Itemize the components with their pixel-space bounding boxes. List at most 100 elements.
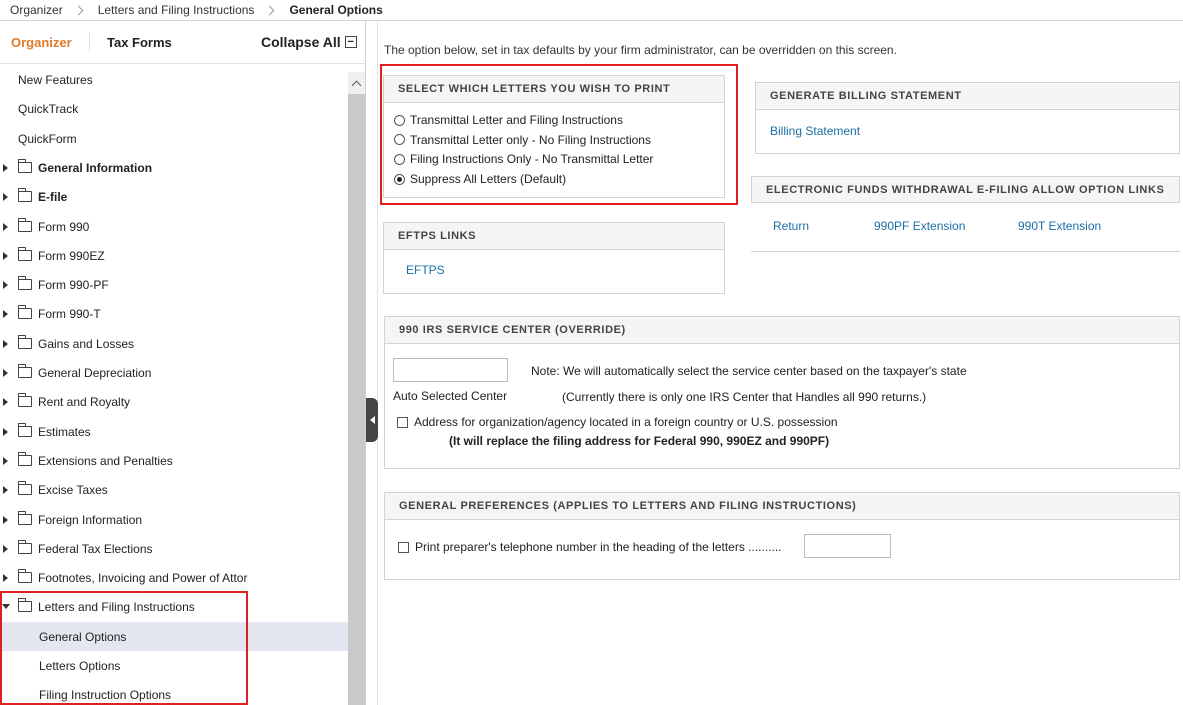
chevron-right-icon	[264, 5, 275, 15]
tab-tax-forms[interactable]: Tax Forms	[107, 35, 172, 50]
folder-icon	[18, 481, 32, 495]
caret-right-icon[interactable]	[3, 544, 8, 553]
folder-icon	[18, 335, 32, 349]
billing-panel: GENERATE BILLING STATEMENT Billing State…	[755, 82, 1180, 154]
foreign-address-row: Address for organization/agency located …	[397, 415, 838, 429]
sidebar-item-footnotes-invoicing-and-power-of-attor[interactable]: Footnotes, Invoicing and Power of Attor	[0, 563, 348, 592]
breadcrumb: Organizer Letters and Filing Instruction…	[0, 0, 1183, 21]
caret-right-icon[interactable]	[3, 309, 8, 318]
caret-right-icon[interactable]	[3, 280, 8, 289]
caret-right-icon[interactable]	[3, 339, 8, 348]
folder-icon	[18, 452, 32, 466]
collapse-sidebar-handle[interactable]	[366, 398, 378, 442]
sidebar-item-e-file[interactable]: E-file	[0, 182, 348, 211]
folder-icon	[18, 540, 32, 554]
sidebar-item-gains-and-losses[interactable]: Gains and Losses	[0, 329, 348, 358]
folder-icon	[18, 511, 32, 525]
tab-organizer[interactable]: Organizer	[11, 35, 72, 50]
sidebar-item-extensions-and-penalties[interactable]: Extensions and Penalties	[0, 446, 348, 475]
caret-right-icon[interactable]	[3, 222, 8, 231]
sidebar-item-estimates[interactable]: Estimates	[0, 417, 348, 446]
caret-right-icon[interactable]	[3, 515, 8, 524]
sidebar-item-new-features[interactable]: New Features	[0, 65, 348, 94]
folder-icon	[18, 305, 32, 319]
scrollbar[interactable]	[348, 72, 365, 705]
sidebar-item-excise-taxes[interactable]: Excise Taxes	[0, 475, 348, 504]
sidebar-header: Organizer Tax Forms Collapse All −	[0, 21, 365, 64]
caret-right-icon[interactable]	[3, 427, 8, 436]
folder-icon	[18, 423, 32, 437]
caret-right-icon[interactable]	[3, 456, 8, 465]
sidebar-item-quicktrack[interactable]: QuickTrack	[0, 94, 348, 123]
efw-panel: ELECTRONIC FUNDS WITHDRAWAL E-FILING ALL…	[751, 176, 1180, 252]
sidebar-item-form-990ez[interactable]: Form 990EZ	[0, 241, 348, 270]
prefs-panel-title: GENERAL PREFERENCES (APPLIES TO LETTERS …	[385, 493, 1179, 520]
sidebar-item-label: General Depreciation	[38, 365, 152, 380]
scroll-up-button[interactable]	[348, 72, 365, 94]
sidebar-item-label: Footnotes, Invoicing and Power of Attor	[38, 570, 248, 585]
service-center-note-2: (Currently there is only one IRS Center …	[562, 390, 927, 404]
folder-icon	[18, 218, 32, 232]
sidebar-item-label: Extensions and Penalties	[38, 453, 173, 468]
sidebar-item-label: Form 990-T	[38, 306, 101, 321]
caret-right-icon[interactable]	[3, 368, 8, 377]
efw-990t-extension-link[interactable]: 990T Extension	[1018, 219, 1101, 233]
tab-divider	[89, 33, 90, 51]
sidebar-item-label: Rent and Royalty	[38, 394, 131, 409]
eftps-panel-title: EFTPS LINKS	[384, 223, 724, 250]
caret-right-icon[interactable]	[3, 397, 8, 406]
service-center-note: Note: We will automatically select the s…	[531, 364, 967, 378]
breadcrumb-organizer[interactable]: Organizer	[0, 3, 69, 17]
sidebar-item-general-information[interactable]: General Information	[0, 153, 348, 182]
caret-right-icon[interactable]	[3, 251, 8, 260]
folder-icon	[18, 247, 32, 261]
efw-return-link[interactable]: Return	[773, 219, 809, 233]
chevron-right-icon	[73, 5, 84, 15]
breadcrumb-letters-filing[interactable]: Letters and Filing Instructions	[88, 3, 261, 17]
folder-icon	[18, 569, 32, 583]
folder-icon	[18, 159, 32, 173]
sidebar-item-form-990-t[interactable]: Form 990-T	[0, 299, 348, 328]
billing-panel-title: GENERATE BILLING STATEMENT	[756, 83, 1179, 110]
folder-icon	[18, 393, 32, 407]
sidebar-item-label: Foreign Information	[38, 512, 143, 527]
foreign-address-label: Address for organization/agency located …	[414, 415, 838, 429]
eftps-panel: EFTPS LINKS EFTPS	[383, 222, 725, 294]
service-center-input[interactable]	[393, 358, 508, 382]
folder-icon	[18, 188, 32, 202]
highlight-box-sidebar	[0, 591, 248, 705]
chevron-up-icon	[351, 80, 362, 90]
collapse-all-button[interactable]: Collapse All −	[261, 34, 357, 50]
caret-right-icon[interactable]	[3, 485, 8, 494]
phone-pref-input[interactable]	[804, 534, 891, 558]
sidebar-item-general-depreciation[interactable]: General Depreciation	[0, 358, 348, 387]
phone-pref-checkbox[interactable]	[398, 541, 409, 553]
sidebar-item-rent-and-royalty[interactable]: Rent and Royalty	[0, 387, 348, 416]
breadcrumb-current: General Options	[289, 3, 383, 17]
caret-right-icon[interactable]	[3, 163, 8, 172]
billing-statement-link[interactable]: Billing Statement	[770, 124, 860, 138]
foreign-address-checkbox[interactable]	[397, 416, 408, 428]
highlight-box-letters	[380, 64, 738, 205]
phone-pref-label: Print preparer's telephone number in the…	[415, 540, 782, 554]
sidebar-item-form-990-pf[interactable]: Form 990-PF	[0, 270, 348, 299]
sidebar-item-federal-tax-elections[interactable]: Federal Tax Elections	[0, 534, 348, 563]
sidebar-item-label: Estimates	[38, 424, 91, 439]
efw-panel-title: ELECTRONIC FUNDS WITHDRAWAL E-FILING ALL…	[751, 176, 1180, 203]
sidebar-item-label: Gains and Losses	[38, 336, 135, 351]
efw-990pf-extension-link[interactable]: 990PF Extension	[874, 219, 965, 233]
sidebar-item-form-990[interactable]: Form 990	[0, 212, 348, 241]
intro-text: The option below, set in tax defaults by…	[384, 43, 897, 57]
eftps-link[interactable]: EFTPS	[406, 263, 445, 277]
minus-box-icon: −	[344, 36, 357, 48]
irs-service-center-panel: 990 IRS SERVICE CENTER (OVERRIDE) Note: …	[384, 316, 1180, 469]
caret-left-icon	[369, 416, 375, 424]
caret-right-icon[interactable]	[3, 573, 8, 582]
sidebar-item-label: Form 990-PF	[38, 277, 109, 292]
sidebar-item-label: QuickTrack	[18, 101, 79, 116]
sidebar-item-quickform[interactable]: QuickForm	[0, 124, 348, 153]
sidebar-item-label: Form 990	[38, 219, 90, 234]
caret-right-icon[interactable]	[3, 192, 8, 201]
foreign-address-note: (It will replace the filing address for …	[449, 434, 830, 448]
sidebar-item-foreign-information[interactable]: Foreign Information	[0, 505, 348, 534]
